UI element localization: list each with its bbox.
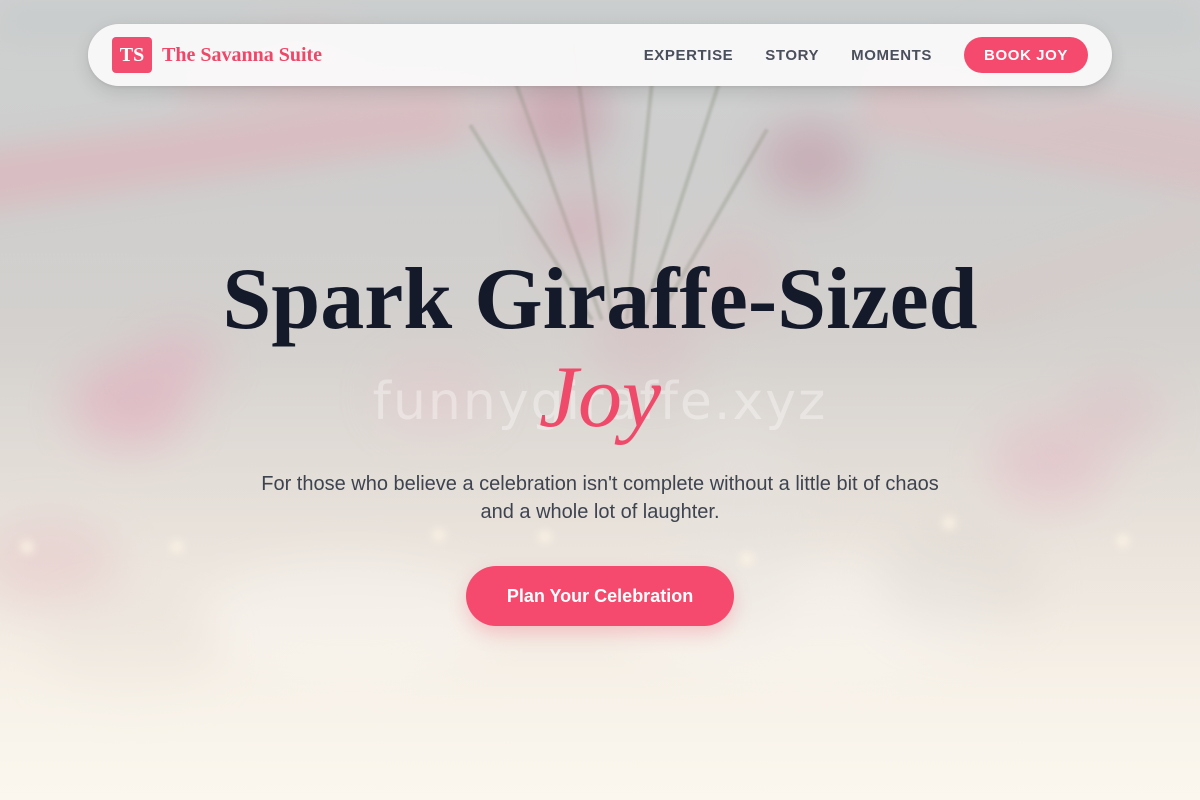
book-joy-button[interactable]: BOOK JOY <box>964 37 1088 73</box>
hero-subtitle: For those who believe a celebration isn'… <box>261 473 939 523</box>
plan-celebration-button[interactable]: Plan Your Celebration <box>466 566 734 626</box>
brand-logo[interactable]: TS <box>112 37 152 73</box>
nav-link-moments[interactable]: MOMENTS <box>851 47 932 64</box>
hero-title-accent: Joy <box>538 349 662 446</box>
hero-title: Spark Giraffe-Sized <box>222 251 978 348</box>
nav-link-story[interactable]: STORY <box>765 47 819 64</box>
brand-name[interactable]: The Savanna Suite <box>162 44 322 67</box>
nav-link-expertise[interactable]: EXPERTISE <box>644 47 734 64</box>
top-navigation-bar: TS The Savanna Suite EXPERTISE STORY MOM… <box>88 24 1112 86</box>
nav-links: EXPERTISE STORY MOMENTS BOOK JOY <box>644 37 1088 73</box>
